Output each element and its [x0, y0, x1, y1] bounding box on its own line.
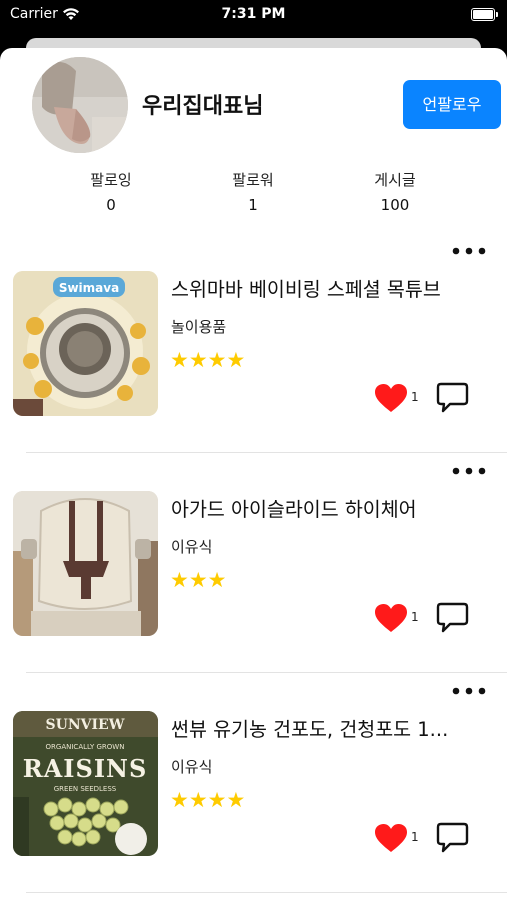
status-bar: Carrier 7:31 PM [0, 0, 507, 30]
like-count: 1 [411, 610, 419, 624]
thumbnail-sub-text: ORGANICALLY GROWN [46, 743, 125, 751]
rating-stars: ★★★ [170, 568, 227, 592]
divider [26, 672, 507, 673]
product-thumbnail[interactable] [13, 491, 158, 636]
more-icon[interactable] [451, 246, 487, 256]
stat-label: 팔로워 [232, 171, 274, 189]
post-title[interactable]: 스위마바 베이비링 스페셜 목튜브 [171, 273, 491, 302]
stat-following[interactable]: 팔로잉 0 [66, 169, 156, 214]
post-category: 이유식 [171, 538, 213, 556]
heart-icon[interactable] [374, 383, 408, 413]
stat-followers[interactable]: 팔로워 1 [208, 169, 298, 214]
rating-stars: ★★★★ [170, 788, 246, 812]
status-time: 7:31 PM [221, 6, 286, 22]
stat-value: 100 [380, 196, 410, 214]
thumbnail-brand-text: Swimava [59, 281, 119, 295]
stat-posts[interactable]: 게시글 100 [350, 169, 440, 214]
avatar-photo [32, 57, 128, 153]
comment-icon[interactable] [436, 602, 469, 633]
comment-icon[interactable] [436, 822, 469, 853]
like-count: 1 [411, 390, 419, 404]
comment-icon[interactable] [436, 382, 469, 413]
more-icon[interactable] [451, 466, 487, 476]
divider [26, 892, 507, 893]
avatar[interactable] [32, 57, 128, 153]
post-title[interactable]: 썬뷰 유기농 건포도, 건청포도 1... [171, 713, 491, 742]
divider [26, 452, 507, 453]
post-list: Swimava 스위마바 베이비링 스페셜 목튜브 놀이용품 ★★★★ 1 아가… [0, 242, 507, 900]
list-item[interactable]: SUNVIEW ORGANICALLY GROWN RAISINS GREEN … [0, 682, 507, 900]
battery-icon [471, 8, 498, 21]
thumbnail-brand-text: SUNVIEW [46, 717, 125, 733]
product-thumbnail[interactable]: Swimava [13, 271, 158, 416]
list-item[interactable]: 아가드 아이슬라이드 하이체어 이유식 ★★★ 1 [0, 462, 507, 682]
heart-icon[interactable] [374, 823, 408, 853]
post-category: 놀이용품 [171, 318, 227, 336]
stat-value: 1 [248, 196, 258, 214]
thumbnail-product-text: RAISINS [23, 754, 148, 783]
profile-sheet: 우리집대표님 언팔로우 팔로잉 0 팔로워 1 게시글 100 Swimava … [0, 48, 507, 900]
product-thumbnail[interactable]: SUNVIEW ORGANICALLY GROWN RAISINS GREEN … [13, 711, 158, 856]
heart-icon[interactable] [374, 603, 408, 633]
post-category: 이유식 [171, 758, 213, 776]
more-icon[interactable] [451, 686, 487, 696]
stat-label: 게시글 [374, 171, 416, 189]
stat-label: 팔로잉 [90, 171, 132, 189]
rating-stars: ★★★★ [170, 348, 246, 372]
like-count: 1 [411, 830, 419, 844]
list-item[interactable]: Swimava 스위마바 베이비링 스페셜 목튜브 놀이용품 ★★★★ 1 [0, 242, 507, 462]
stat-value: 0 [106, 196, 116, 214]
thumbnail-variety-text: GREEN SEEDLESS [54, 785, 117, 793]
post-title[interactable]: 아가드 아이슬라이드 하이체어 [171, 493, 491, 522]
profile-name: 우리집대표님 [142, 94, 264, 119]
unfollow-button[interactable]: 언팔로우 [403, 80, 501, 129]
